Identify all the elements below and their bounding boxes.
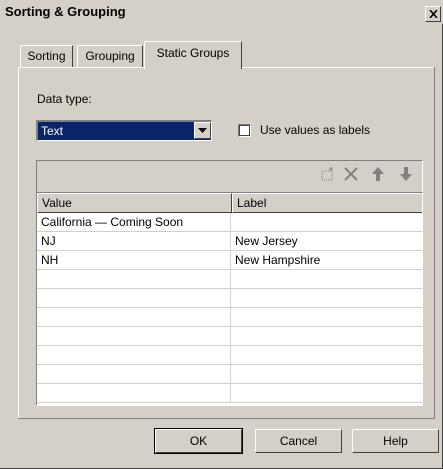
value-cell[interactable] xyxy=(37,327,231,346)
close-button[interactable] xyxy=(425,6,441,22)
column-header-label[interactable]: Label xyxy=(232,193,422,213)
delete-icon[interactable] xyxy=(342,165,360,183)
move-up-icon[interactable] xyxy=(369,165,387,183)
value-cell[interactable] xyxy=(37,346,231,365)
column-header-label-label: Label xyxy=(237,196,267,210)
static-groups-grid[interactable]: Value Label California — Coming Soon NJ … xyxy=(36,192,423,406)
table-row[interactable] xyxy=(37,346,422,365)
sorting-grouping-dialog: Sorting & Grouping Sorting Grouping Stat… xyxy=(0,0,443,469)
tab-grouping-label: Grouping xyxy=(85,49,135,63)
table-row[interactable] xyxy=(37,327,422,346)
table-row[interactable]: NJ New Jersey xyxy=(37,232,422,251)
grid-toolbar xyxy=(36,160,423,192)
value-cell[interactable] xyxy=(37,308,231,327)
ok-button[interactable]: OK xyxy=(154,428,243,454)
value-cell[interactable]: NH xyxy=(37,251,231,270)
help-button-label: Help xyxy=(383,434,408,448)
table-row[interactable] xyxy=(37,365,422,384)
tab-static-groups-label: Static Groups xyxy=(156,46,230,60)
value-cell[interactable] xyxy=(37,384,231,403)
tab-sorting-label: Sorting xyxy=(27,49,66,63)
value-cell[interactable] xyxy=(37,365,231,384)
column-header-value[interactable]: Value xyxy=(37,193,232,213)
label-cell[interactable] xyxy=(231,270,422,289)
tab-grouping[interactable]: Grouping xyxy=(77,45,143,67)
cancel-button[interactable]: Cancel xyxy=(255,429,342,453)
table-row[interactable] xyxy=(37,384,422,403)
help-button[interactable]: Help xyxy=(352,429,439,453)
table-row[interactable] xyxy=(37,270,422,289)
data-type-value: Text xyxy=(41,124,64,138)
grid-header: Value Label xyxy=(37,193,422,213)
table-row[interactable]: California — Coming Soon xyxy=(37,213,422,232)
move-down-icon[interactable] xyxy=(397,165,415,183)
close-icon xyxy=(429,10,438,18)
chevron-down-icon xyxy=(198,128,207,133)
label-cell[interactable] xyxy=(231,365,422,384)
title-bar: Sorting & Grouping xyxy=(0,0,443,24)
label-cell[interactable]: New Jersey xyxy=(231,232,422,251)
ok-button-label: OK xyxy=(189,434,208,448)
table-row[interactable] xyxy=(37,289,422,308)
label-cell[interactable] xyxy=(231,327,422,346)
dropdown-button[interactable] xyxy=(194,122,211,139)
label-cell[interactable] xyxy=(231,308,422,327)
tab-sorting[interactable]: Sorting xyxy=(20,45,73,67)
table-row[interactable]: NH New Hampshire xyxy=(37,251,422,270)
data-type-select[interactable]: Text xyxy=(36,120,212,141)
data-type-label: Data type: xyxy=(37,92,92,106)
use-values-label: Use values as labels xyxy=(260,123,371,137)
value-cell[interactable] xyxy=(37,270,231,289)
value-cell[interactable]: NJ xyxy=(37,232,231,251)
label-cell[interactable] xyxy=(231,384,422,403)
use-values-checkbox[interactable] xyxy=(238,124,251,137)
label-cell[interactable] xyxy=(231,346,422,365)
label-cell[interactable]: New Hampshire xyxy=(231,251,422,270)
cancel-button-label: Cancel xyxy=(279,434,318,448)
label-cell[interactable] xyxy=(231,213,422,232)
table-row[interactable] xyxy=(37,308,422,327)
value-cell[interactable] xyxy=(37,289,231,308)
new-row-icon[interactable] xyxy=(318,165,336,183)
dialog-title: Sorting & Grouping xyxy=(5,4,126,19)
value-cell[interactable]: California — Coming Soon xyxy=(37,213,231,232)
column-header-value-label: Value xyxy=(42,196,72,210)
label-cell[interactable] xyxy=(231,289,422,308)
tab-static-groups[interactable]: Static Groups xyxy=(144,41,242,69)
